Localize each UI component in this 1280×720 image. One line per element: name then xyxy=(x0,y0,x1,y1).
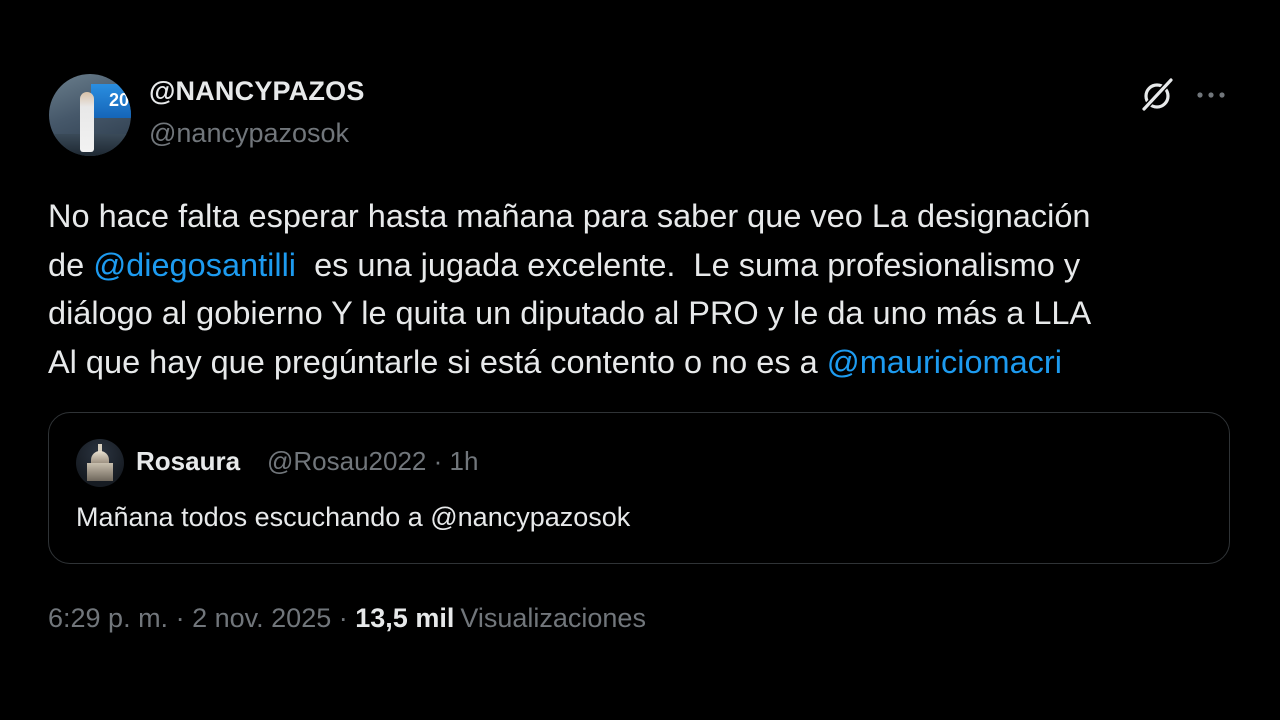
mention-link[interactable]: @diegosantilli xyxy=(93,247,296,283)
avatar-building xyxy=(87,463,113,481)
footer-separator: · xyxy=(338,603,348,633)
avatar-panel-text: 20 xyxy=(108,90,129,110)
tweet-date[interactable]: 2 nov. 2025 xyxy=(192,603,331,633)
mention-link[interactable]: @mauriciomacri xyxy=(827,344,1062,380)
author-display-name[interactable]: @NANCYPAZOS xyxy=(149,76,365,107)
quote-author-name[interactable]: Rosaura xyxy=(136,446,240,477)
quote-time[interactable]: 1h xyxy=(450,446,479,476)
quote-text: Mañana todos escuchando a @nancypazosok xyxy=(76,502,631,532)
tweet-body: No hace falta esperar hasta mañana para … xyxy=(48,192,1238,386)
quote-separator: · xyxy=(433,446,443,476)
tweet-text: diálogo al gobierno Y le quita un diputa… xyxy=(48,295,1092,331)
tweet-body-line: de @diegosantilli es una jugada excelent… xyxy=(48,241,1238,290)
tweet: 20 @NANCYPAZOS @nancypazosok No hace fal… xyxy=(0,0,1280,720)
author-avatar[interactable]: 20 xyxy=(49,74,131,156)
tweet-body-line: No hace falta esperar hasta mañana para … xyxy=(48,192,1238,241)
quote-meta: @Rosau2022 · 1h xyxy=(267,446,478,477)
views-count: 13,5 mil xyxy=(355,603,455,633)
views-label: Visualizaciones xyxy=(460,603,646,633)
quote-author-avatar[interactable] xyxy=(76,439,124,487)
tweet-time[interactable]: 6:29 p. m. xyxy=(48,603,168,633)
tweet-body-line: diálogo al gobierno Y le quita un diputa… xyxy=(48,289,1238,338)
quoted-tweet-card[interactable]: Rosaura @Rosau2022 · 1h Mañana todos esc… xyxy=(48,412,1230,564)
avatar-figure xyxy=(80,92,94,152)
tweet-text: No hace falta esperar hasta mañana para … xyxy=(48,198,1091,234)
tweet-footer: 6:29 p. m. · 2 nov. 2025 · 13,5 mil Visua… xyxy=(48,603,646,634)
avatar-dome xyxy=(91,451,109,463)
tweet-body-line: Al que hay que pregúntarle si está conte… xyxy=(48,338,1238,387)
tweet-text: de xyxy=(48,246,94,283)
tweet-text: es una jugada excelente. Le suma profesi… xyxy=(296,246,1081,283)
tweet-text: Al que hay que pregúntarle si está conte… xyxy=(48,343,827,380)
more-icon[interactable] xyxy=(1194,80,1228,110)
footer-separator: · xyxy=(175,603,185,633)
author-handle[interactable]: @nancypazosok xyxy=(149,118,349,149)
quote-author-handle[interactable]: @Rosau2022 xyxy=(267,446,426,476)
grok-icon[interactable] xyxy=(1138,76,1176,114)
